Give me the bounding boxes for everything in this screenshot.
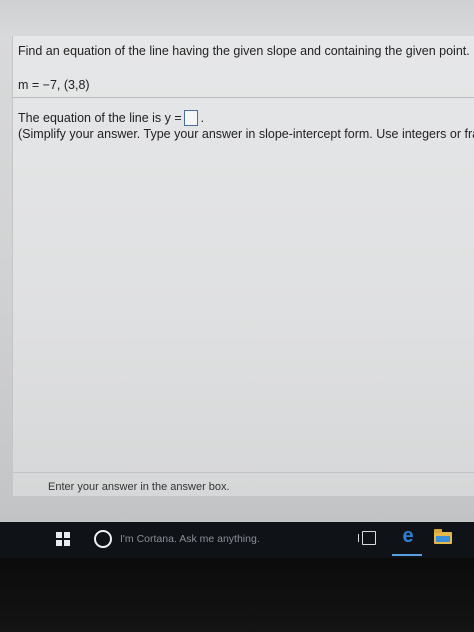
instruction-hint: (Simplify your answer. Type your answer … <box>18 127 474 141</box>
file-explorer-icon[interactable] <box>434 529 452 544</box>
top-strip <box>0 0 474 36</box>
taskbar-left-edge <box>0 522 42 558</box>
screen: Find an equation of the line having the … <box>0 0 474 632</box>
edge-browser-icon[interactable]: e <box>398 526 418 546</box>
answer-line: The equation of the line is y = . <box>18 110 204 126</box>
task-view-icon[interactable] <box>358 531 376 545</box>
cortana-circle-icon[interactable] <box>94 530 112 548</box>
status-message: Enter your answer in the answer box. <box>48 481 230 493</box>
windows-logo-icon[interactable] <box>56 532 70 546</box>
answer-suffix: . <box>200 111 205 125</box>
question-divider <box>12 97 474 98</box>
active-app-indicator <box>392 554 422 556</box>
question-panel <box>12 36 474 496</box>
footer-divider <box>12 472 474 473</box>
answer-prefix: The equation of the line is y = <box>18 111 182 125</box>
answer-input-box[interactable] <box>183 110 198 126</box>
question-text: Find an equation of the line having the … <box>18 44 470 58</box>
slope-point-text: m = −7, (3,8) <box>18 78 90 92</box>
monitor-bezel <box>0 558 474 632</box>
cortana-search-box[interactable]: I'm Cortana. Ask me anything. <box>120 533 260 545</box>
